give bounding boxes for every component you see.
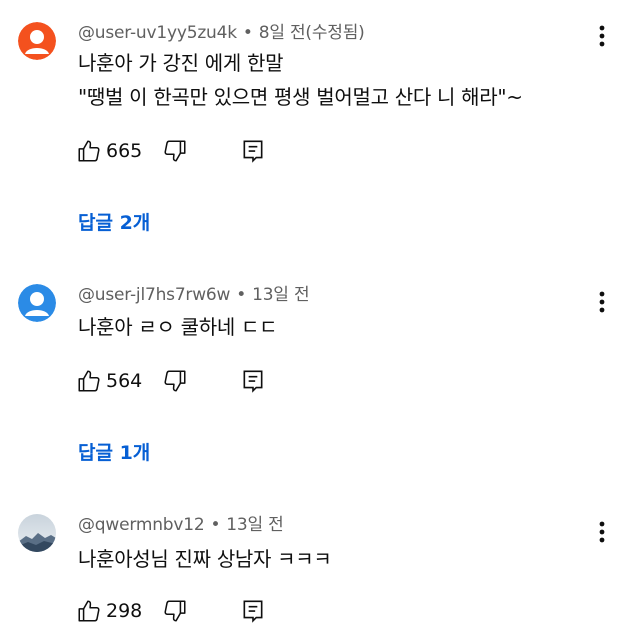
- more-options-button[interactable]: [592, 288, 612, 316]
- comment-meta: @qwermnbv12 • 13일 전: [78, 515, 284, 535]
- comment-time[interactable]: 13일 전: [252, 285, 310, 305]
- more-vert-icon: [599, 25, 605, 47]
- reply-comment-icon: [243, 600, 263, 623]
- comment-actions: 665: [74, 138, 374, 168]
- comment-line: 나훈아성님 진짜 상남자 ㅋㅋㅋ: [78, 547, 332, 571]
- thumbs-up-icon: [78, 370, 100, 392]
- dislike-button[interactable]: [162, 138, 188, 168]
- comment-time[interactable]: 13일 전: [226, 515, 284, 535]
- comment-meta: @user-jl7hs7rw6w • 13일 전: [78, 285, 310, 305]
- comment-line: "땡벌 이 한곡만 있으면 평생 벌어멀고 산다 니 해라"~: [78, 85, 523, 109]
- like-button[interactable]: [76, 368, 102, 398]
- reply-button[interactable]: [240, 598, 266, 628]
- comment-line: 나훈아 가 강진 에게 한말: [78, 51, 284, 75]
- comment-actions: 564: [74, 368, 374, 398]
- thumbs-down-icon: [164, 370, 186, 392]
- like-count: 298: [106, 600, 143, 622]
- like-count: 564: [106, 370, 143, 392]
- reply-button[interactable]: [240, 138, 266, 168]
- comment-text: 나훈아성님 진짜 상남자 ㅋㅋㅋ: [78, 544, 332, 574]
- avatar[interactable]: [18, 514, 56, 552]
- mountain-photo-avatar: [18, 514, 56, 552]
- thumbs-up-icon: [78, 140, 100, 162]
- replies-toggle-button[interactable]: 답글 2개: [78, 208, 150, 235]
- thumbs-down-icon: [164, 600, 186, 622]
- reply-comment-icon: [243, 370, 263, 393]
- comment-time[interactable]: 8일 전(수정됨): [259, 23, 365, 43]
- reply-button[interactable]: [240, 368, 266, 398]
- more-options-button[interactable]: [592, 22, 612, 50]
- comment-line: 나훈아 ㄹㅇ 쿨하네 ㄷㄷ: [78, 315, 278, 339]
- like-button[interactable]: [76, 138, 102, 168]
- dislike-button[interactable]: [162, 368, 188, 398]
- like-count: 665: [106, 140, 143, 162]
- comment-text: 나훈아 가 강진 에게 한말 "땡벌 이 한곡만 있으면 평생 벌어멀고 산다 …: [78, 48, 523, 112]
- blue-person-icon: [18, 284, 56, 322]
- comment-meta: @user-uv1yy5zu4k • 8일 전(수정됨): [78, 23, 365, 43]
- orange-person-icon: [18, 22, 56, 60]
- comment-author[interactable]: @qwermnbv12: [78, 515, 205, 535]
- comment-actions: 298: [74, 598, 374, 628]
- thumbs-up-icon: [78, 600, 100, 622]
- comment-author[interactable]: @user-jl7hs7rw6w: [78, 285, 230, 305]
- comment-text: 나훈아 ㄹㅇ 쿨하네 ㄷㄷ: [78, 312, 277, 342]
- avatar[interactable]: [18, 22, 56, 60]
- replies-toggle-button[interactable]: 답글 1개: [78, 438, 150, 465]
- avatar[interactable]: [18, 284, 56, 322]
- reply-comment-icon: [243, 140, 263, 163]
- thumbs-down-icon: [164, 140, 186, 162]
- dislike-button[interactable]: [162, 598, 188, 628]
- like-button[interactable]: [76, 598, 102, 628]
- more-vert-icon: [599, 291, 605, 313]
- comment-author[interactable]: @user-uv1yy5zu4k: [78, 23, 237, 43]
- more-options-button[interactable]: [592, 518, 612, 546]
- more-vert-icon: [599, 521, 605, 543]
